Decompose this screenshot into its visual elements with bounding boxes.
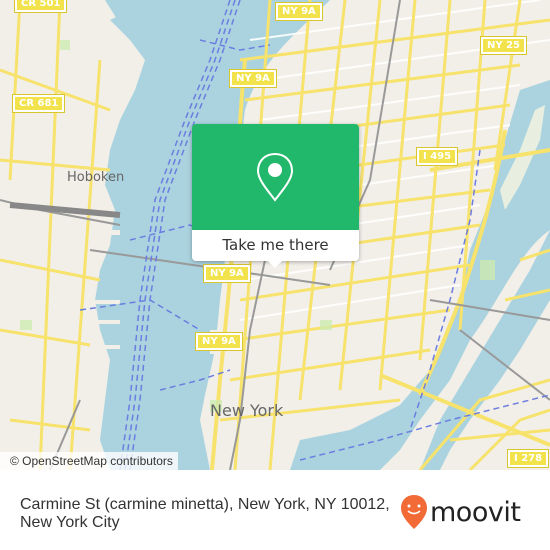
route-shield: NY 9A [203, 264, 251, 283]
moovit-logo[interactable]: moovit [400, 492, 521, 532]
popup-tail [268, 261, 282, 268]
moovit-wordmark: moovit [430, 496, 521, 528]
address: Carmine St (carmine minetta), New York, … [20, 496, 410, 532]
route-shield: NY 9A [229, 69, 277, 88]
map-pin-icon [256, 152, 294, 202]
moovit-pin-icon [401, 495, 427, 529]
route-shield: CR 501 [13, 0, 68, 13]
osm-attribution[interactable]: © OpenStreetMap contributors [0, 452, 178, 470]
place-label-hoboken: Hoboken [67, 170, 125, 185]
route-shield: NY 9A [195, 332, 243, 351]
route-shield: I 278 [506, 449, 550, 468]
address-line-1: Carmine St (carmine minetta), New York, … [20, 496, 390, 513]
destination-popup: Take me there [192, 124, 359, 268]
map[interactable]: CR 501 NY 9A NY 25 CR 681 NY 9A I 495 NY… [0, 0, 550, 470]
route-shield: CR 681 [11, 94, 66, 113]
take-me-there-button[interactable]: Take me there [192, 230, 359, 261]
popup-header [192, 124, 359, 230]
footer: Carmine St (carmine minetta), New York, … [0, 470, 550, 550]
place-label-new-york: New York [210, 401, 284, 420]
route-shield: I 495 [415, 147, 459, 166]
route-shield: NY 9A [275, 2, 323, 21]
path-train-yard [9, 202, 121, 218]
route-shield: NY 25 [479, 36, 528, 55]
address-line-2: New York City [20, 514, 120, 531]
